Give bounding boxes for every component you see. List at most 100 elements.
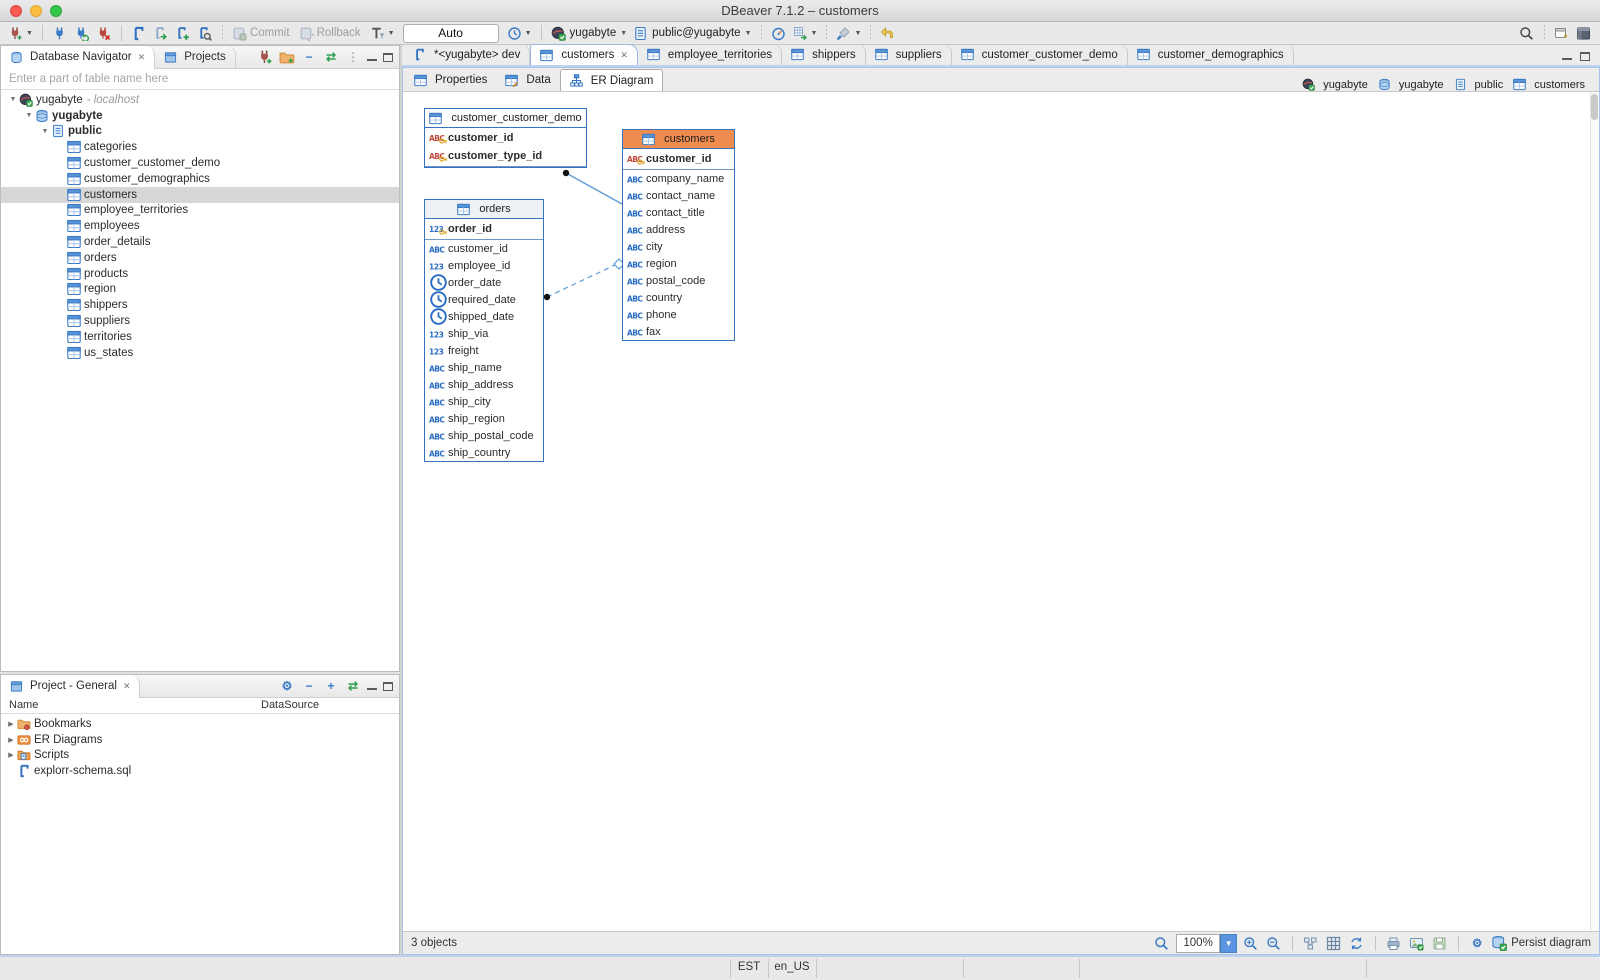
entity-column-shipped_date[interactable]: shipped_date: [425, 308, 543, 325]
entity-column-ship_country[interactable]: ABCship_country: [425, 444, 543, 461]
commit-button[interactable]: Commit: [230, 23, 295, 43]
entity-customers[interactable]: customersABCcustomer_idABCcompany_nameAB…: [622, 129, 735, 341]
settings-gear-button[interactable]: ⚙: [279, 678, 295, 694]
editor-tab-suppliers[interactable]: suppliers: [866, 44, 952, 65]
dbeaver-perspective-button[interactable]: [1574, 23, 1594, 43]
compare-button[interactable]: ▼: [834, 23, 863, 43]
entity-column-address[interactable]: ABCaddress: [623, 221, 734, 238]
maximize-panel-button[interactable]: [383, 53, 393, 62]
subtab-data[interactable]: Data: [496, 69, 559, 91]
entity-column-country[interactable]: ABCcountry: [623, 289, 734, 306]
link-with-editor-button[interactable]: ⇄: [323, 49, 339, 65]
entity-column-required_date[interactable]: required_date: [425, 291, 543, 308]
breadcrumb-item-yugabyte[interactable]: yugabyte: [1302, 78, 1368, 91]
vertical-scrollbar[interactable]: [1590, 92, 1599, 931]
breadcrumb-item-public[interactable]: public: [1454, 78, 1504, 91]
expander-icon[interactable]: ▼: [39, 128, 51, 135]
new-sql-editor-button[interactable]: [173, 23, 193, 43]
editor-tab-customer_customer_demo[interactable]: customer_customer_demo: [952, 44, 1128, 65]
entity-column-order_date[interactable]: order_date: [425, 274, 543, 291]
connect-button[interactable]: [50, 23, 70, 43]
transaction-log-button[interactable]: ▼: [505, 23, 534, 43]
data-transfer-button[interactable]: ▼: [791, 23, 820, 43]
entity-column-ship_name[interactable]: ABCship_name: [425, 359, 543, 376]
tree-item-shippers[interactable]: shippers: [1, 297, 399, 313]
tree-item-suppliers[interactable]: suppliers: [1, 313, 399, 329]
editor-tab-customers[interactable]: customers✕: [530, 44, 638, 65]
project-item-Bookmarks[interactable]: ▶Bookmarks: [1, 716, 399, 732]
entity-column-city[interactable]: ABCcity: [623, 238, 734, 255]
project-item-explorr-schema.sql[interactable]: explorr-schema.sql: [1, 763, 399, 779]
entity-orders[interactable]: orders123order_idABCcustomer_id123employ…: [424, 199, 544, 462]
undo-navigation-button[interactable]: [878, 23, 898, 43]
relation-line-dashed[interactable]: [547, 265, 615, 297]
entity-column-fax[interactable]: ABCfax: [623, 323, 734, 340]
expander-icon[interactable]: ▼: [7, 96, 19, 103]
entity-column-phone[interactable]: ABCphone: [623, 306, 734, 323]
expander-icon[interactable]: ▶: [5, 751, 17, 759]
entity-column-customer_type_id[interactable]: ABCcustomer_type_id: [425, 147, 586, 165]
close-icon[interactable]: ✕: [620, 50, 628, 61]
locale-indicator[interactable]: en_US: [768, 961, 816, 973]
tree-item-employee_territories[interactable]: employee_territories: [1, 203, 399, 219]
export-image-button[interactable]: [1408, 934, 1426, 952]
editor-tab-yugabytedev[interactable]: *<yugabyte> dev: [404, 44, 530, 65]
new-connection-button[interactable]: ▼: [6, 23, 35, 43]
entity-column-customer_id[interactable]: ABCcustomer_id: [425, 129, 586, 147]
breadcrumb-item-customers[interactable]: customers: [1513, 78, 1585, 91]
tree-item-employees[interactable]: employees: [1, 218, 399, 234]
tree-item-customer_customer_demo[interactable]: customer_customer_demo: [1, 155, 399, 171]
active-connection-combo[interactable]: yugabyte▼: [549, 23, 630, 43]
persist-diagram-button[interactable]: Persist diagram: [1491, 935, 1591, 951]
toggle-grid-button[interactable]: [1325, 934, 1343, 952]
project-item-Scripts[interactable]: ▶Scripts: [1, 748, 399, 764]
entity-column-contact_name[interactable]: ABCcontact_name: [623, 187, 734, 204]
search-button[interactable]: [1517, 23, 1537, 43]
tree-item-categories[interactable]: categories: [1, 139, 399, 155]
close-icon[interactable]: ✕: [123, 681, 131, 692]
diagram-settings-button[interactable]: ⚙: [1468, 934, 1486, 952]
refresh-diagram-button[interactable]: [1348, 934, 1366, 952]
editor-tab-shippers[interactable]: shippers: [782, 44, 865, 65]
open-sql-console-button[interactable]: [195, 23, 215, 43]
tree-item-us_states[interactable]: us_states: [1, 345, 399, 361]
tree-item-customer_demographics[interactable]: customer_demographics: [1, 171, 399, 187]
entity-column-postal_code[interactable]: ABCpostal_code: [623, 272, 734, 289]
maximize-editor-button[interactable]: [1580, 52, 1590, 61]
save-diagram-button[interactable]: [1431, 934, 1449, 952]
entity-header[interactable]: orders: [425, 200, 543, 219]
editor-tab-customer_demographics[interactable]: customer_demographics: [1128, 44, 1294, 65]
entity-column-company_name[interactable]: ABCcompany_name: [623, 170, 734, 187]
entity-header[interactable]: customers: [623, 130, 734, 149]
zoom-level-value[interactable]: 100%: [1176, 934, 1220, 953]
scrollbar-thumb[interactable]: [1591, 94, 1598, 120]
tree-item-customers[interactable]: customers: [1, 187, 399, 203]
entity-column-freight[interactable]: 123freight: [425, 342, 543, 359]
column-header-name[interactable]: Name: [9, 699, 38, 711]
subtab-properties[interactable]: Properties: [405, 69, 496, 91]
er-diagram-canvas[interactable]: customer_customer_demoABCcustomer_idABCc…: [403, 91, 1599, 931]
close-icon[interactable]: ✕: [138, 52, 146, 63]
rollback-button[interactable]: Rollback: [297, 23, 366, 43]
entity-column-region[interactable]: ABCregion: [623, 255, 734, 272]
breadcrumb-item-yugabyte[interactable]: yugabyte: [1378, 78, 1444, 91]
zoom-out-button[interactable]: [1265, 934, 1283, 952]
tab-projects[interactable]: Projects: [155, 46, 236, 69]
disconnect-button[interactable]: [94, 23, 114, 43]
entity-column-contact_title[interactable]: ABCcontact_title: [623, 204, 734, 221]
new-folder-button[interactable]: [279, 49, 295, 65]
sql-terminal-button[interactable]: [769, 23, 789, 43]
tree-item-public[interactable]: ▼public: [1, 124, 399, 140]
minimize-editor-button[interactable]: [1562, 52, 1572, 60]
transaction-mode-button[interactable]: ▼: [368, 23, 397, 43]
subtab-er-diagram[interactable]: ER Diagram: [560, 69, 664, 91]
tree-item-territories[interactable]: territories: [1, 329, 399, 345]
recent-sql-editor-button[interactable]: [151, 23, 171, 43]
entity-column-ship_address[interactable]: ABCship_address: [425, 376, 543, 393]
entity-column-order_id[interactable]: 123order_id: [425, 220, 543, 238]
entity-column-ship_region[interactable]: ABCship_region: [425, 410, 543, 427]
tab-project-general[interactable]: Project - General✕: [1, 675, 140, 698]
collapse-all-button[interactable]: −: [301, 678, 317, 694]
sql-editor-button[interactable]: [129, 23, 149, 43]
auto-layout-button[interactable]: [1302, 934, 1320, 952]
